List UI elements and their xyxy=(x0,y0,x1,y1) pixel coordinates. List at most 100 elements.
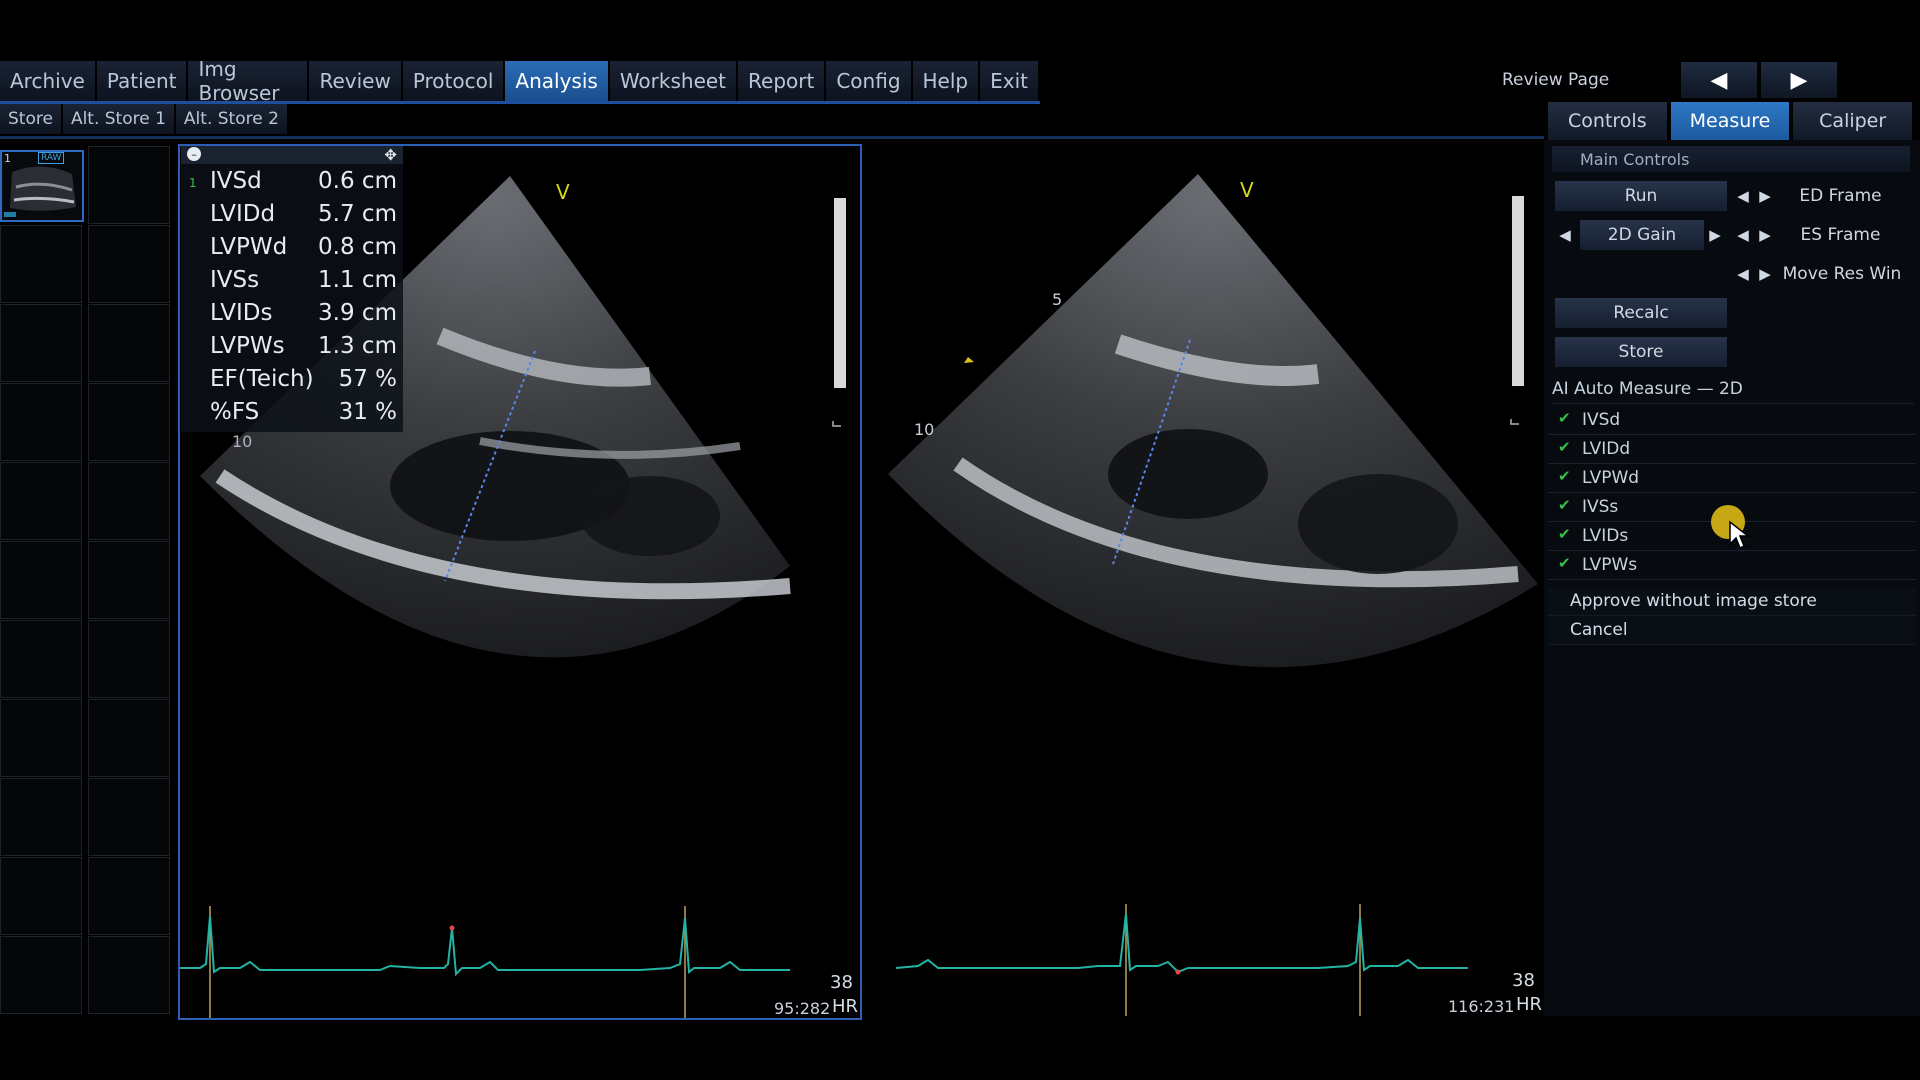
ai-measure-item-lvpwd[interactable]: ✔ LVPWd xyxy=(1548,464,1916,493)
thumbnail-slot[interactable] xyxy=(88,620,170,698)
triangle-right-icon: ▶ xyxy=(1790,67,1808,93)
left-frame-info: 95:282 xyxy=(774,999,831,1018)
ai-measure-label: IVSs xyxy=(1582,497,1619,517)
tab-measure[interactable]: Measure xyxy=(1670,102,1790,140)
ai-measure-item-ivsd[interactable]: ✔ IVSd xyxy=(1548,406,1916,435)
store-measure-button[interactable]: Store xyxy=(1555,337,1727,367)
gray-scale-bar xyxy=(1512,196,1524,386)
right-frame-info: 116:231 xyxy=(1448,997,1515,1016)
gain-increase-icon[interactable]: ▶ xyxy=(1706,220,1724,250)
menu-analysis[interactable]: Analysis xyxy=(505,61,610,101)
measurement-row: LVPWd 0.8 cm xyxy=(181,232,403,265)
menu-img-browser[interactable]: Img Browser xyxy=(188,57,310,105)
thumbnail-slot[interactable] xyxy=(0,620,82,698)
next-page-button[interactable]: ▶ xyxy=(1761,62,1837,98)
move-res-win-button[interactable]: Move Res Win xyxy=(1777,259,1907,289)
measurement-name: LVPWs xyxy=(210,333,285,359)
check-icon: ✔ xyxy=(1558,554,1571,572)
depth-label-10: 10 xyxy=(914,420,935,439)
measurement-name: IVSd xyxy=(210,168,262,194)
res-win-prev-icon[interactable]: ◀ xyxy=(1734,259,1752,289)
ai-measure-label: IVSd xyxy=(1582,410,1621,430)
thumbnail-slot[interactable] xyxy=(88,541,170,619)
ai-measure-label: LVPWs xyxy=(1582,555,1638,575)
triangle-left-icon: ◀ xyxy=(1710,67,1728,93)
collapse-icon[interactable]: – xyxy=(187,147,201,161)
thumbnail-slot[interactable] xyxy=(0,304,82,382)
prev-page-button[interactable]: ◀ xyxy=(1681,62,1757,98)
gain-control[interactable]: 2D Gain xyxy=(1580,220,1704,250)
main-controls-header: Main Controls xyxy=(1552,146,1910,172)
store-button-1[interactable]: Store xyxy=(0,104,63,134)
measurement-row: LVIDs 3.9 cm xyxy=(181,298,403,331)
gain-decrease-icon[interactable]: ◀ xyxy=(1556,220,1574,250)
es-frame-prev-icon[interactable]: ◀ xyxy=(1734,220,1752,250)
move-icon[interactable]: ✥ xyxy=(384,146,397,164)
thumbnail-slot[interactable] xyxy=(0,383,82,461)
thumbnail-slot[interactable] xyxy=(0,462,82,540)
run-button[interactable]: Run xyxy=(1555,181,1727,211)
measurement-row: IVSs 1.1 cm xyxy=(181,265,403,298)
res-win-next-icon[interactable]: ▶ xyxy=(1756,259,1774,289)
tab-controls[interactable]: Controls xyxy=(1548,102,1667,140)
ai-measure-item-lvidd[interactable]: ✔ LVIDd xyxy=(1548,435,1916,464)
measurement-value: 57 % xyxy=(338,366,397,392)
store-button-3[interactable]: Alt. Store 2 xyxy=(175,104,289,134)
recalc-button[interactable]: Recalc xyxy=(1555,298,1727,328)
es-frame-next-icon[interactable]: ▶ xyxy=(1756,220,1774,250)
thumbnail-slot[interactable] xyxy=(0,699,82,777)
approve-label: Approve without image store xyxy=(1570,591,1817,611)
right-image-panel[interactable]: V 5 10 38 116:231 HR xyxy=(858,144,1544,1016)
thumbnail-slot[interactable] xyxy=(0,225,82,303)
gray-scale-bar xyxy=(834,198,846,388)
thumbnail-slot[interactable] xyxy=(88,146,170,224)
thumbnail-1[interactable]: 1 RAW xyxy=(0,150,84,222)
approve-without-store-button[interactable]: Approve without image store xyxy=(1548,587,1916,616)
store-divider xyxy=(0,136,1544,139)
raw-badge: RAW xyxy=(38,152,65,164)
right-hr-value: 38 xyxy=(1512,970,1535,991)
right-hr-label: HR xyxy=(1516,994,1543,1015)
thumbnail-slot[interactable] xyxy=(0,541,82,619)
measurement-header: – ✥ xyxy=(181,146,403,164)
menu-config[interactable]: Config xyxy=(826,61,913,101)
thumbnail-slot[interactable] xyxy=(88,462,170,540)
thumbnail-slot[interactable] xyxy=(0,778,82,856)
store-bar: Store Alt. Store 1 Alt. Store 2 xyxy=(0,104,289,134)
thumbnail-slot[interactable] xyxy=(88,383,170,461)
measurement-row: IVSd 0.6 cm xyxy=(181,166,403,199)
thumbnail-slot[interactable] xyxy=(0,936,82,1014)
menu-exit[interactable]: Exit xyxy=(980,61,1040,101)
menu-protocol[interactable]: Protocol xyxy=(402,61,506,101)
measurement-row: LVPWs 1.3 cm xyxy=(181,331,403,364)
thumbnail-slot[interactable] xyxy=(88,857,170,935)
thumbnail-slot[interactable] xyxy=(88,778,170,856)
measurement-row: %FS 31 % xyxy=(181,397,403,430)
ed-frame-button[interactable]: ED Frame xyxy=(1777,181,1904,211)
ed-frame-next-icon[interactable]: ▶ xyxy=(1756,181,1774,211)
measurement-row: LVIDd 5.7 cm xyxy=(181,199,403,232)
menu-worksheet[interactable]: Worksheet xyxy=(609,61,739,101)
tab-caliper[interactable]: Caliper xyxy=(1793,102,1913,140)
menu-patient[interactable]: Patient xyxy=(96,61,189,101)
ai-measure-item-lvpws[interactable]: ✔ LVPWs xyxy=(1548,551,1916,580)
menu-report[interactable]: Report xyxy=(738,61,827,101)
depth-label: 10 xyxy=(232,432,253,451)
thumbnail-slot[interactable] xyxy=(88,225,170,303)
measurement-value: 0.6 cm xyxy=(318,168,397,194)
thumbnail-slot[interactable] xyxy=(88,699,170,777)
left-hr-label: HR xyxy=(832,996,859,1017)
ed-frame-prev-icon[interactable]: ◀ xyxy=(1734,181,1752,211)
store-button-2[interactable]: Alt. Store 1 xyxy=(62,104,176,134)
thumbnail-slot[interactable] xyxy=(0,857,82,935)
menu-archive[interactable]: Archive xyxy=(0,61,97,101)
measurement-value: 5.7 cm xyxy=(318,201,397,227)
menu-review[interactable]: Review xyxy=(309,61,403,101)
cancel-button[interactable]: Cancel xyxy=(1548,616,1916,645)
menu-help[interactable]: Help xyxy=(912,61,981,101)
es-frame-button[interactable]: ES Frame xyxy=(1777,220,1904,250)
thumbnail-slot[interactable] xyxy=(88,936,170,1014)
probe-marker: V xyxy=(1240,178,1254,202)
thumbnail-slot[interactable] xyxy=(88,304,170,382)
thumbnail-index: 1 xyxy=(4,152,11,165)
